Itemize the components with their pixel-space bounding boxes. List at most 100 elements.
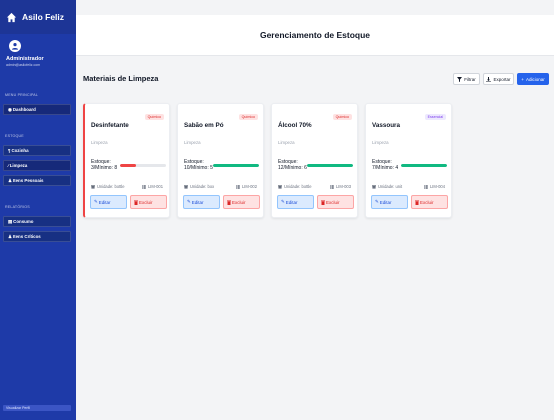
edit-icon: ✎ (94, 199, 98, 204)
sidebar-item-label: Itens Pessoais (12, 178, 44, 183)
stock-card: Químico Desinfetante Limpeza Estoque: 3/… (83, 103, 170, 218)
item-code: LIM-001 (147, 184, 163, 189)
unit-label: Unidade: box (190, 184, 215, 189)
sidebar-item-label: Dashboard (12, 107, 36, 112)
stock-level-bar (401, 164, 447, 167)
delete-button-label: Excluir (139, 199, 153, 205)
home-icon (6, 12, 17, 22)
stock-level-bar (213, 164, 259, 167)
stock-level-fill (401, 164, 447, 167)
sidebar-item-dashboard[interactable]: ◉ Dashboard (3, 104, 71, 115)
unit-info: Unidade: box (184, 184, 214, 189)
user-panel: Administrador admin@asilofeliz.com (0, 34, 76, 67)
download-icon (486, 76, 492, 82)
utensils-icon: ¶ (8, 148, 11, 153)
reports-section-title: RELATÓRIOS (5, 205, 30, 209)
stock-card: Químico Álcool 70% Limpeza Estoque: 12/M… (271, 103, 358, 218)
edit-button-label: Editar (98, 199, 111, 205)
export-button[interactable]: Exportar (483, 73, 514, 85)
stock-level-fill (307, 164, 353, 167)
barcode-icon (141, 184, 146, 189)
box-icon (372, 184, 376, 189)
barcode-icon (235, 184, 240, 189)
stock-level-bar (307, 164, 353, 167)
item-category: Limpeza (91, 140, 108, 145)
sidebar-item-label: Consumo (13, 219, 34, 224)
delete-button[interactable]: Excluir (130, 195, 167, 209)
users-icon: ♟ (8, 177, 12, 183)
edit-button-label: Editar (379, 199, 392, 205)
sidebar-item-consumo[interactable]: ▤ Consumo (3, 216, 71, 227)
item-code: LIM-002 (241, 184, 257, 189)
delete-button[interactable]: Excluir (317, 195, 354, 209)
stock-level-fill (120, 164, 137, 167)
stock-level-fill (213, 164, 259, 167)
code-info: LIM-004 (423, 184, 445, 189)
filter-icon (457, 76, 463, 82)
trash-icon (415, 200, 419, 205)
item-name: Vassoura (372, 122, 401, 129)
edit-button[interactable]: ✎ Editar (90, 195, 127, 209)
item-name: Sabão em Pó (184, 122, 224, 129)
sidebar-item-label: Itens Críticos (12, 234, 41, 239)
plus-icon: + (521, 76, 524, 82)
box-icon (91, 184, 95, 189)
stock-values: 7/Mínimo: 4 (372, 165, 399, 171)
trash-icon (227, 200, 231, 205)
edit-button[interactable]: ✎ Editar (277, 195, 314, 209)
stock-section-title: ESTOQUE (5, 134, 24, 138)
unit-label: Unidade: bottle (284, 184, 312, 189)
item-code: LIM-004 (429, 184, 445, 189)
user-email: admin@asilofeliz.com (6, 63, 41, 67)
edit-button-label: Editar (285, 199, 298, 205)
sidebar-item-label: Cozinha (11, 148, 29, 153)
sidebar-item-itens-pessoais[interactable]: ♟ Itens Pessoais (3, 175, 71, 186)
stock-values: 3/Mínimo: 8 (91, 165, 118, 171)
stock-card: Essencial Vassoura Limpeza Estoque: 7/Mí… (365, 103, 452, 218)
sidebar-item-itens-criticos[interactable]: ♟ Itens Críticos (3, 231, 71, 242)
add-button[interactable]: + Adicionar (517, 73, 549, 85)
code-info: LIM-001 (141, 184, 163, 189)
box-icon (278, 184, 282, 189)
filter-button-label: Filtrar (464, 76, 476, 82)
dashboard-icon: ◉ (8, 106, 12, 112)
edit-button[interactable]: ✎ Editar (183, 195, 220, 209)
trash-icon (321, 200, 325, 205)
user-role: Administrador (6, 56, 44, 62)
category-badge: Essencial (424, 114, 446, 120)
filter-button[interactable]: Filtrar (453, 73, 480, 85)
delete-button-label: Excluir (326, 199, 340, 205)
broom-icon: ⁄ (8, 163, 9, 168)
chart-icon: ▤ (8, 218, 13, 224)
item-category: Limpeza (184, 140, 201, 145)
stock-values: 12/Mínimo: 6 (278, 165, 307, 171)
barcode-icon (329, 184, 334, 189)
delete-button-label: Excluir (232, 199, 246, 205)
sidebar-item-cozinha[interactable]: ¶ Cozinha (3, 145, 71, 156)
barcode-icon (423, 184, 428, 189)
sidebar-item-label: Limpeza (9, 163, 28, 168)
stock-info: Estoque: 10/Mínimo: 5 (184, 159, 213, 171)
delete-button[interactable]: Excluir (223, 195, 260, 209)
stock-info: Estoque: 12/Mínimo: 6 (278, 159, 307, 171)
unit-label: Unidade: bottle (97, 184, 125, 189)
item-code: LIM-003 (335, 184, 351, 189)
unit-label: Unidade: unit (378, 184, 403, 189)
sidebar-footer-button[interactable]: Visualizar Perfil (3, 405, 71, 411)
section-title: Materiais de Limpeza (83, 74, 159, 83)
delete-button[interactable]: Excluir (411, 195, 448, 209)
avatar (9, 40, 21, 52)
brand[interactable]: Asilo Feliz (0, 0, 76, 34)
sidebar: Asilo Feliz Administrador admin@asilofel… (0, 0, 76, 420)
add-button-label: Adicionar (525, 76, 545, 82)
unit-info: Unidade: bottle (278, 184, 312, 189)
export-button-label: Exportar (493, 76, 511, 82)
unit-info: Unidade: unit (372, 184, 402, 189)
unit-info: Unidade: bottle (91, 184, 125, 189)
delete-button-label: Excluir (420, 199, 434, 205)
edit-button[interactable]: ✎ Editar (371, 195, 408, 209)
sidebar-item-limpeza[interactable]: ⁄ Limpeza (3, 160, 71, 171)
menu-section-title: MENU PRINCIPAL (5, 93, 39, 97)
users-icon: ♟ (8, 233, 12, 239)
edit-icon: ✎ (281, 199, 285, 204)
